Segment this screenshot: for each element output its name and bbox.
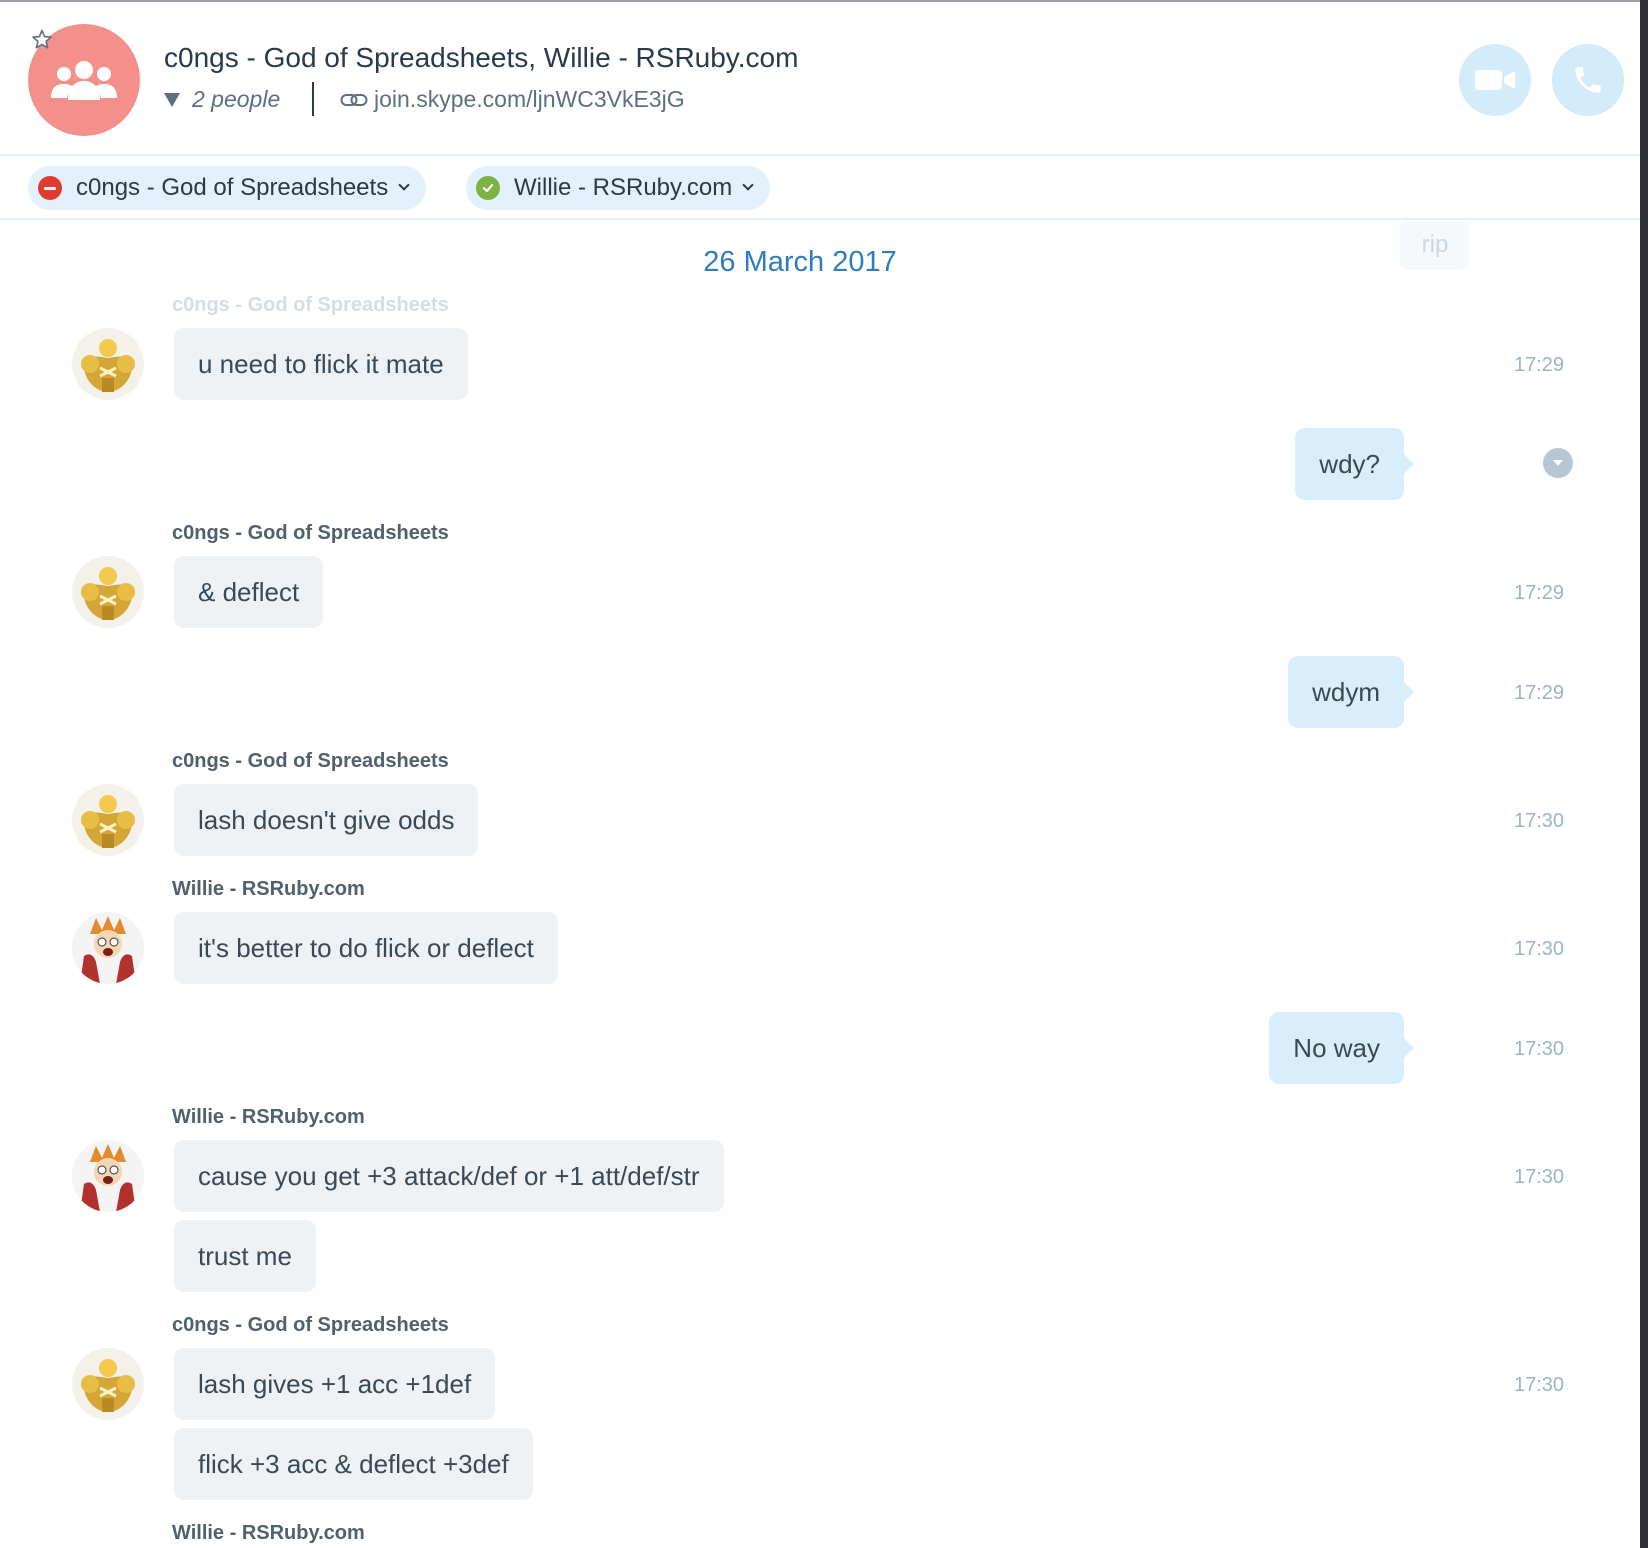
favorite-star-icon[interactable] — [30, 28, 54, 52]
video-camera-icon — [1475, 70, 1515, 90]
gold-knight-avatar-icon — [72, 784, 144, 856]
message-bubble[interactable]: & deflect — [174, 556, 324, 628]
participant-chip-c0ngs[interactable]: c0ngs - God of Spreadsheets — [28, 166, 427, 210]
chevron-down-icon — [742, 179, 754, 191]
message-timestamp: 17:30 — [1514, 938, 1565, 960]
message-sender: c0ngs - God of Spreadsheets — [172, 522, 449, 544]
message-bubble[interactable]: cause you get +3 attack/def or +1 att/de… — [174, 1140, 724, 1212]
avatar-c0ngs[interactable] — [72, 328, 144, 400]
group-people-icon — [51, 61, 117, 100]
message-timestamp: 17:29 — [1514, 582, 1565, 604]
message-options-icon[interactable] — [1543, 448, 1573, 478]
message-sender: c0ngs - God of Spreadsheets — [172, 294, 449, 316]
message-timestamp: 17:29 — [1514, 682, 1565, 704]
phone-icon — [1575, 67, 1601, 93]
chevron-down-icon — [398, 179, 410, 191]
message-bubble[interactable]: lash gives +1 acc +1def — [174, 1348, 496, 1420]
message-sender: Willie - RSRuby.com — [172, 878, 365, 900]
message-timestamp: 17:30 — [1514, 1038, 1565, 1060]
audio-call-button[interactable] — [1552, 44, 1624, 116]
date-separator: 26 March 2017 — [703, 246, 897, 278]
avatar-c0ngs[interactable] — [72, 556, 144, 628]
video-call-button[interactable] — [1459, 44, 1531, 116]
join-link[interactable]: join.skype.com/ljnWC3VkE3jG — [340, 86, 685, 113]
message-bubble[interactable]: it's better to do flick or deflect — [174, 912, 558, 984]
message-bubble-outgoing[interactable]: wdym — [1288, 656, 1414, 728]
message-bubble[interactable]: trust me — [174, 1220, 316, 1292]
expand-triangle-icon — [164, 92, 180, 107]
chat-window: c0ngs - God of Spreadsheets, Willie - RS… — [0, 0, 1640, 1548]
message-bubble-outgoing[interactable]: No way — [1269, 1012, 1414, 1084]
online-status-icon — [476, 176, 500, 200]
message-sender: c0ngs - God of Spreadsheets — [172, 750, 449, 772]
message-timestamp: 17:29 — [1514, 354, 1565, 376]
gold-knight-avatar-icon — [72, 1348, 144, 1420]
message-timestamp: 17:30 — [1514, 1374, 1565, 1396]
message-timestamp: 17:30 — [1514, 810, 1565, 832]
header-divider — [312, 82, 314, 116]
avatar-willie[interactable] — [72, 1140, 144, 1212]
gold-knight-avatar-icon — [72, 556, 144, 628]
cartoon-character-avatar-icon — [72, 1140, 144, 1212]
do-not-disturb-status-icon — [38, 176, 62, 200]
message-sender: Willie - RSRuby.com — [172, 1522, 365, 1544]
message-bubble[interactable]: lash doesn't give odds — [174, 784, 479, 856]
avatar-willie[interactable] — [72, 912, 144, 984]
participant-name: Willie - RSRuby.com — [514, 174, 733, 201]
message-bubble[interactable]: u need to flick it mate — [174, 328, 468, 400]
message-timestamp: 17:30 — [1514, 1166, 1565, 1188]
message-sender: c0ngs - God of Spreadsheets — [172, 1314, 449, 1336]
message-bubble[interactable]: flick +3 acc & deflect +3def — [174, 1428, 533, 1500]
message-sender: Willie - RSRuby.com — [172, 1106, 365, 1128]
participants-toggle[interactable]: 2 people — [164, 86, 280, 113]
avatar-c0ngs[interactable] — [72, 784, 144, 856]
participant-name: c0ngs - God of Spreadsheets — [76, 174, 389, 201]
participant-chip-willie[interactable]: Willie - RSRuby.com — [466, 166, 771, 210]
link-icon — [340, 93, 368, 106]
join-link-text: join.skype.com/ljnWC3VkE3jG — [374, 86, 685, 112]
people-count: 2 people — [192, 86, 281, 112]
gold-knight-avatar-icon — [72, 328, 144, 400]
avatar-c0ngs[interactable] — [72, 1348, 144, 1420]
cartoon-character-avatar-icon — [72, 912, 144, 984]
background-window-edge — [1640, 0, 1648, 1548]
message-bubble-outgoing[interactable]: wdy? — [1295, 428, 1414, 500]
participants-bar: c0ngs - God of Spreadsheets Willie - RSR… — [0, 156, 1640, 220]
message-list[interactable]: rip 26 March 2017 c0ngs - God of Spreads… — [0, 222, 1640, 1548]
conversation-header: c0ngs - God of Spreadsheets, Willie - RS… — [0, 2, 1640, 156]
conversation-title[interactable]: c0ngs - God of Spreadsheets, Willie - RS… — [164, 42, 798, 74]
